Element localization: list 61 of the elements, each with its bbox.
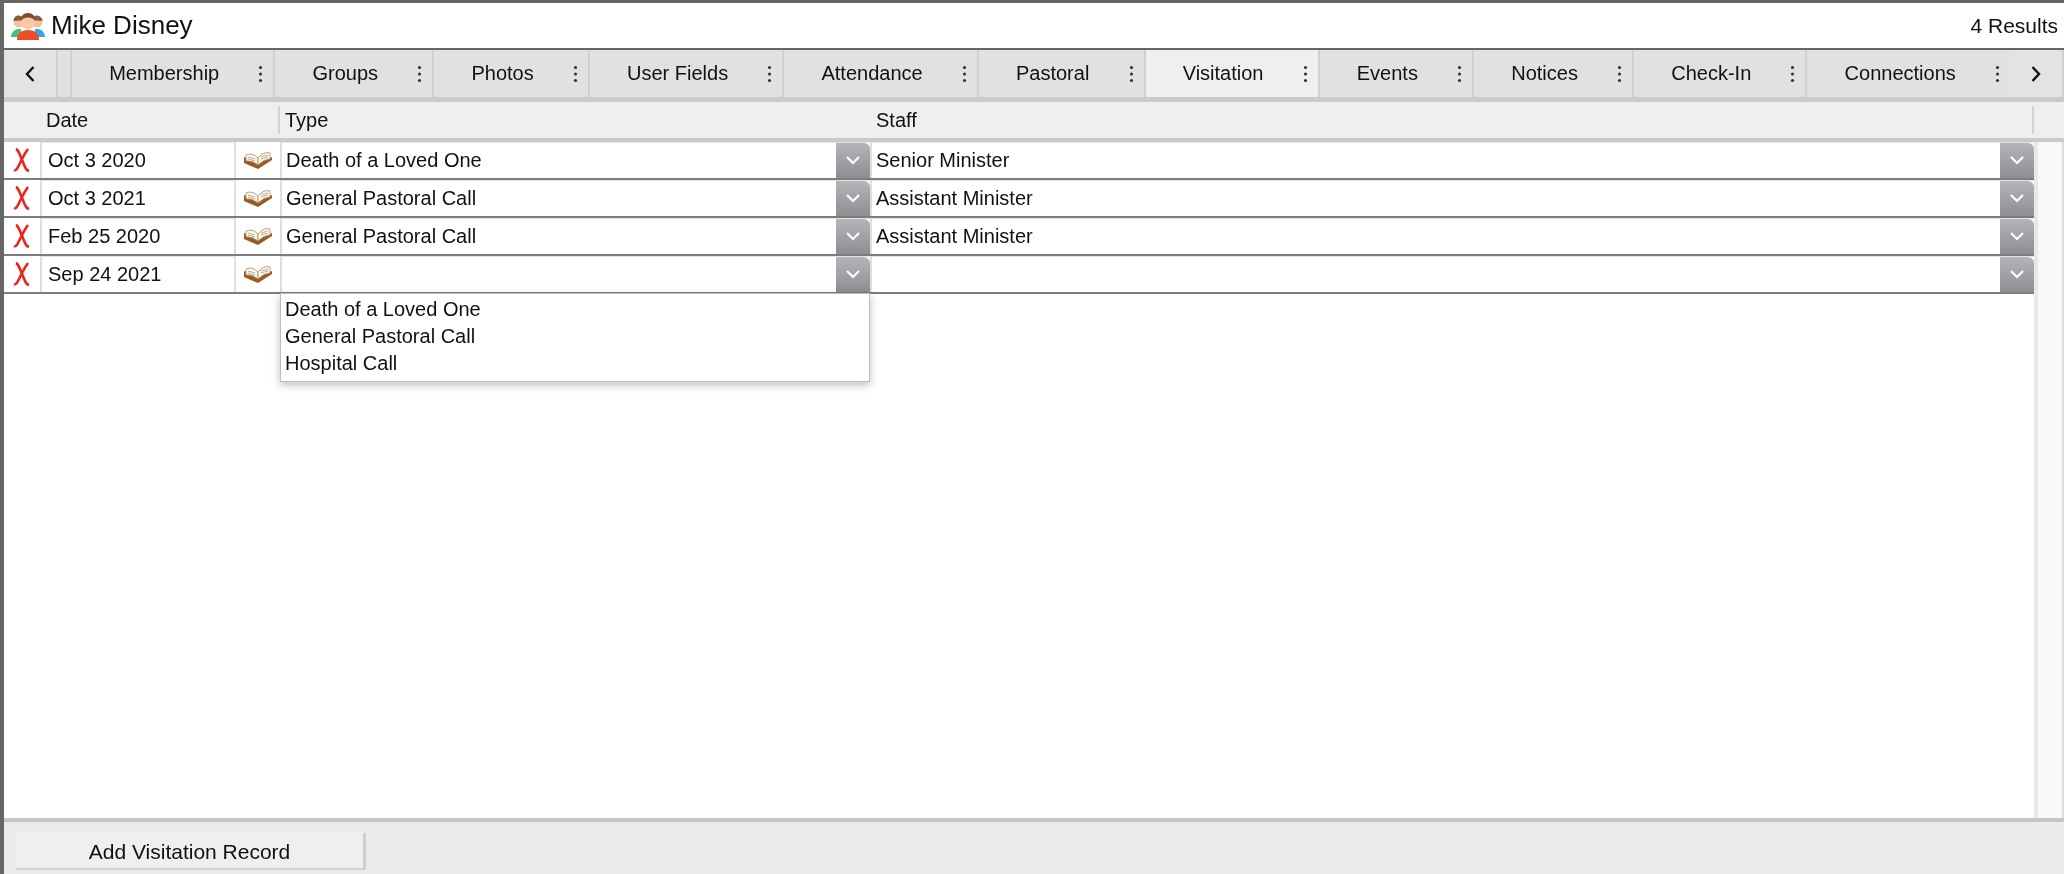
open-book-icon[interactable] xyxy=(243,188,273,208)
staff-select[interactable]: Assistant Minister xyxy=(870,218,2034,254)
open-book-icon[interactable] xyxy=(243,264,273,284)
dropdown-option[interactable]: Hospital Call xyxy=(281,350,869,377)
chevron-down-icon xyxy=(846,270,860,279)
dropdown-button[interactable] xyxy=(836,257,870,292)
dropdown-button[interactable] xyxy=(836,143,870,178)
type-select[interactable]: General Pastoral Call xyxy=(280,180,870,216)
type-select[interactable] xyxy=(280,256,870,292)
column-header: Date xyxy=(40,106,280,134)
vertical-ellipsis-icon xyxy=(1790,64,1796,83)
chevron-right-icon xyxy=(2030,65,2041,82)
date-field[interactable]: Feb 25 2020 xyxy=(40,218,236,254)
chevron-down-icon xyxy=(846,194,860,203)
type-select[interactable]: Death of a Loved One xyxy=(280,142,870,178)
cross-icon[interactable] xyxy=(13,185,31,211)
staff-select[interactable] xyxy=(870,256,2034,292)
vertical-ellipsis-icon xyxy=(417,64,423,83)
dropdown-button[interactable] xyxy=(836,219,870,254)
person-name: Mike Disney xyxy=(51,10,193,41)
open-book-icon[interactable] xyxy=(243,226,273,246)
chevron-down-icon xyxy=(2010,156,2024,165)
vertical-ellipsis-icon xyxy=(1994,64,2000,83)
staff-select[interactable]: Senior Minister xyxy=(870,142,2034,178)
scrollbar-track[interactable] xyxy=(2034,142,2064,818)
staff-select[interactable]: Assistant Minister xyxy=(870,180,2034,216)
date-field[interactable]: Sep 24 2021 xyxy=(40,256,236,292)
column-header: Type xyxy=(284,107,330,133)
cross-icon[interactable] xyxy=(13,147,31,173)
dropdown-button[interactable] xyxy=(2000,219,2034,254)
vertical-ellipsis-icon xyxy=(767,64,773,83)
cross-icon[interactable] xyxy=(13,261,31,287)
column-header: Staff xyxy=(870,106,2034,134)
vertical-ellipsis-icon xyxy=(961,64,967,83)
chevron-down-icon xyxy=(846,156,860,165)
dropdown-button[interactable] xyxy=(2000,181,2034,216)
date-field[interactable]: Oct 3 2020 xyxy=(40,142,236,178)
date-field[interactable]: Oct 3 2021 xyxy=(40,180,236,216)
vertical-ellipsis-icon xyxy=(572,64,578,83)
dropdown-option[interactable]: General Pastoral Call xyxy=(281,323,869,350)
chevron-down-icon xyxy=(2010,194,2024,203)
add-record-button[interactable]: Add Visitation Record xyxy=(16,833,366,870)
type-select[interactable]: General Pastoral Call xyxy=(280,218,870,254)
vertical-ellipsis-icon xyxy=(258,64,264,83)
open-book-icon[interactable] xyxy=(243,150,273,170)
cross-icon[interactable] xyxy=(13,223,31,249)
dropdown-button[interactable] xyxy=(836,181,870,216)
vertical-ellipsis-icon xyxy=(1302,64,1308,83)
dropdown-button[interactable] xyxy=(2000,143,2034,178)
tab[interactable]: Visitation xyxy=(1143,50,1318,97)
vertical-ellipsis-icon xyxy=(1128,64,1134,83)
results-count: 4 Results xyxy=(1970,13,2058,38)
people-icon xyxy=(11,10,45,41)
dropdown-button[interactable] xyxy=(2000,257,2034,292)
vertical-ellipsis-icon xyxy=(1617,64,1623,83)
chevron-down-icon xyxy=(2010,270,2024,279)
chevron-left-icon xyxy=(25,65,35,82)
chevron-down-icon xyxy=(2010,232,2024,241)
dropdown-option[interactable]: Death of a Loved One xyxy=(281,296,869,323)
vertical-ellipsis-icon xyxy=(1457,64,1463,83)
chevron-down-icon xyxy=(846,232,860,241)
